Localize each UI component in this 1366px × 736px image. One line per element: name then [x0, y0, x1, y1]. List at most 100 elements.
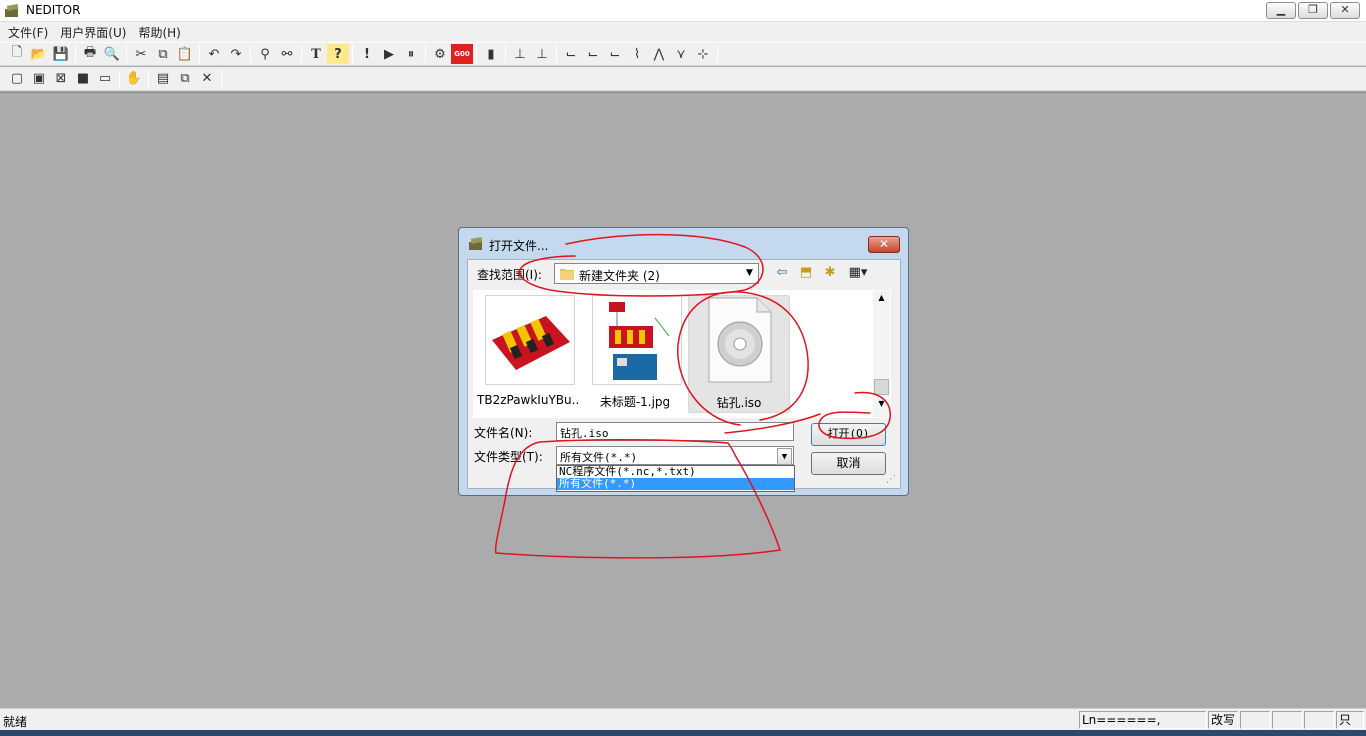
new-folder-icon[interactable]: ✱	[821, 265, 839, 281]
file-list: TB2zPawkIuYBu... 未标题-1.jpg 钻孔.iso ▲ ▼	[473, 290, 891, 418]
alert-icon[interactable]: !	[356, 44, 378, 64]
file-type-option-all[interactable]: 所有文件(*.*)	[557, 478, 794, 490]
file-item[interactable]: TB2zPawkIuYBu...	[477, 295, 579, 413]
view-5-icon[interactable]: ▭	[94, 69, 116, 89]
path-3-icon[interactable]: ⌙	[604, 44, 626, 64]
pause-icon[interactable]: ⏸	[400, 44, 422, 64]
find-replace-icon[interactable]: ⚯	[276, 44, 298, 64]
file-type-dropdown: NC程序文件(*.nc,*.txt) 所有文件(*.*)	[556, 465, 795, 492]
menu-help[interactable]: 帮助(H)	[132, 24, 186, 41]
maximize-button[interactable]: ❐	[1298, 2, 1328, 19]
toolbar-separator	[221, 69, 222, 88]
wiring-thumbnail-icon	[592, 295, 682, 385]
app-icon	[5, 3, 19, 17]
toolbar-separator	[352, 45, 353, 63]
menu-user-interface[interactable]: 用户界面(U)	[54, 24, 132, 41]
toolbar-separator	[148, 69, 149, 88]
status-bar: 就绪 Ln======, Col=== 改写 只读	[0, 708, 1366, 736]
tool-icon[interactable]: ▮	[480, 44, 502, 64]
hand-icon[interactable]: ✋	[123, 69, 145, 89]
toolbar-separator	[301, 45, 302, 63]
file-name-label: 未标题-1.jpg	[599, 395, 671, 409]
toolbar-separator	[505, 45, 506, 63]
scroll-down-icon[interactable]: ▼	[873, 399, 890, 411]
toolbar-separator	[119, 69, 120, 88]
chevron-down-icon[interactable]: ▼	[777, 448, 792, 465]
file-name-label: 钻孔.iso	[716, 396, 762, 410]
view-menu-icon[interactable]: ▦▾	[845, 265, 871, 281]
undo-icon[interactable]: ↶	[203, 44, 225, 64]
close-button[interactable]: ✕	[1330, 2, 1360, 19]
dialog-close-button[interactable]: ✕	[868, 236, 900, 253]
status-text: 就绪	[3, 715, 28, 729]
readonly-indicator: 只读	[1336, 711, 1364, 736]
open-folder-icon[interactable]: 📂	[28, 44, 50, 64]
main-toolbar: 🗋 📂 💾 🖶 🔍 ✂ ⧉ 📋 ↶ ↷ ⚲ ⚯ T ? ! ▶ ⏸ ⚙ G00 …	[0, 42, 1366, 66]
back-arrow-icon[interactable]: ⇦	[773, 265, 791, 281]
view-1-icon[interactable]: ▢	[6, 69, 28, 89]
secondary-toolbar: ▢ ▣ ⊠ ■ ▭ ✋ ▤ ⧉ ✕	[0, 67, 1366, 91]
axis-2-icon[interactable]: ⊥	[531, 44, 553, 64]
view-4-icon[interactable]: ■	[72, 69, 94, 89]
paste-icon[interactable]: 📋	[174, 44, 196, 64]
close-x-icon[interactable]: ✕	[196, 69, 218, 89]
file-type-label: 文件类型(T):	[474, 450, 543, 464]
status-cell-empty	[1240, 711, 1270, 729]
status-cell-empty	[1304, 711, 1334, 729]
path-5-icon[interactable]: ⋀	[648, 44, 670, 64]
file-type-select[interactable]: 所有文件(*.*) ▼	[556, 446, 794, 465]
menu-bar: 文件(F) 用户界面(U) 帮助(H)	[0, 22, 1366, 42]
help-icon[interactable]: ?	[327, 44, 349, 64]
view-2-icon[interactable]: ▣	[28, 69, 50, 89]
new-file-icon[interactable]: 🗋	[6, 44, 28, 64]
path-6-icon[interactable]: ⋎	[670, 44, 692, 64]
cancel-button[interactable]: 取消	[811, 452, 886, 475]
chevron-down-icon[interactable]: ▼	[742, 265, 757, 282]
run-icon[interactable]: ▶	[378, 44, 400, 64]
insert-mode: 改写	[1208, 711, 1238, 729]
up-folder-icon[interactable]: ⬒	[797, 265, 815, 281]
file-item[interactable]: 未标题-1.jpg	[584, 295, 686, 413]
cursor-position: Ln======, Col===	[1079, 711, 1206, 736]
path-7-icon[interactable]: ⊹	[692, 44, 714, 64]
g00-icon[interactable]: G00	[451, 44, 473, 64]
cut-icon[interactable]: ✂	[130, 44, 152, 64]
menu-file[interactable]: 文件(F)	[2, 24, 54, 41]
path-4-icon[interactable]: ⌇	[626, 44, 648, 64]
path-2-icon[interactable]: ⌙	[582, 44, 604, 64]
open-button[interactable]: 打开(O)	[811, 423, 886, 446]
dialog-app-icon	[469, 236, 483, 250]
file-item-selected[interactable]: 钻孔.iso	[688, 295, 790, 413]
find-icon[interactable]: ⚲	[254, 44, 276, 64]
simulate-icon[interactable]: ⚙	[429, 44, 451, 64]
dialog-body: 查找范围(I): 新建文件夹 (2) ▼ ⇦ ⬒ ✱ ▦▾ TB2zPawkIu…	[467, 259, 901, 492]
copy-icon[interactable]: ⧉	[152, 44, 174, 64]
minimize-button[interactable]: ▁	[1266, 2, 1296, 19]
axis-1-icon[interactable]: ⊥	[509, 44, 531, 64]
file-name-label: TB2zPawkIuYBu...	[477, 393, 579, 407]
folder-icon	[560, 269, 574, 280]
file-list-scrollbar[interactable]: ▲ ▼	[873, 291, 890, 417]
resize-grip-icon[interactable]: ⋰	[886, 474, 898, 486]
text-icon[interactable]: T	[305, 44, 327, 64]
scroll-up-icon[interactable]: ▲	[873, 293, 890, 305]
save-icon[interactable]: 💾	[50, 44, 72, 64]
file-name-field-label: 文件名(N):	[474, 426, 533, 440]
path-1-icon[interactable]: ⌙	[560, 44, 582, 64]
file-name-input[interactable]: 钻孔.iso	[556, 422, 794, 441]
file-type-value: 所有文件(*.*)	[560, 451, 638, 464]
toolbar-separator	[717, 45, 718, 63]
properties-icon[interactable]: ▤	[152, 69, 174, 89]
toolbar-separator	[250, 45, 251, 63]
look-in-combo[interactable]: 新建文件夹 (2) ▼	[554, 263, 759, 284]
status-cell-empty	[1272, 711, 1302, 729]
scroll-thumb[interactable]	[874, 379, 889, 395]
look-in-label: 查找范围(I):	[477, 268, 542, 282]
print-preview-icon[interactable]: 🔍	[101, 44, 123, 64]
copy-window-icon[interactable]: ⧉	[174, 69, 196, 89]
dialog-title: 打开文件...	[489, 239, 549, 253]
view-3-icon[interactable]: ⊠	[50, 69, 72, 89]
print-icon[interactable]: 🖶	[79, 44, 101, 64]
toolbar-separator	[476, 45, 477, 63]
redo-icon[interactable]: ↷	[225, 44, 247, 64]
